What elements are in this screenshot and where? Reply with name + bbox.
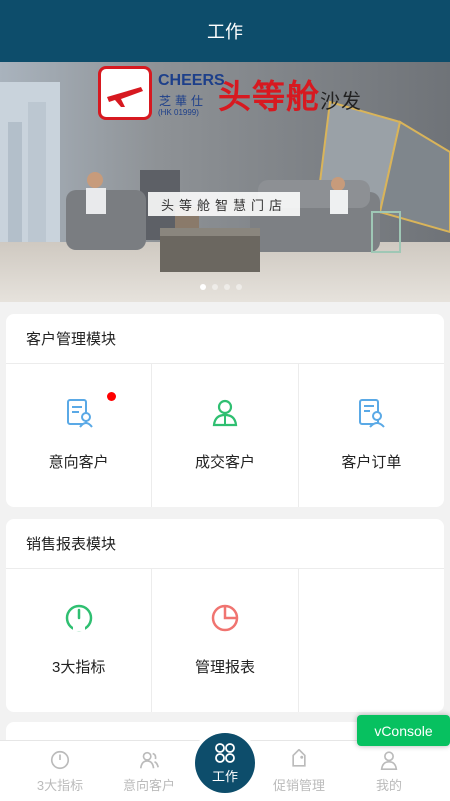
customer-module-grid: 意向客户 成交客户 客户订单: [6, 364, 444, 507]
tab-promotion-management[interactable]: 促销管理: [254, 741, 344, 801]
pie-chart-icon: [211, 604, 239, 632]
carousel-dots: [200, 284, 242, 290]
management-report-item[interactable]: 管理报表: [152, 569, 299, 712]
tag-icon: [292, 749, 306, 767]
customer-orders-item[interactable]: 客户订单: [299, 364, 444, 507]
three-indicators-label: 3大指标: [51, 659, 106, 676]
gauge-icon: [50, 750, 70, 770]
carousel-dot[interactable]: [224, 284, 230, 290]
app-header: 工作: [0, 0, 450, 62]
sales-module-title: 销售报表模块: [6, 519, 444, 569]
tab-mine-label: 我的: [375, 778, 402, 793]
store-slogan: 头等舱智慧门店: [148, 192, 300, 216]
prospect-customers-item[interactable]: 意向客户: [6, 364, 153, 507]
tab-promotion-management-label: 促销管理: [272, 778, 325, 793]
brand-logo: 头等舱沙发: [218, 77, 362, 116]
tab-three-indicators[interactable]: 3大指标: [15, 741, 105, 801]
user-icon: [380, 751, 398, 770]
users-icon: [139, 751, 159, 769]
airplane-logo-icon: [98, 66, 152, 120]
tab-prospect-customers-label: 意向客户: [122, 778, 175, 793]
promo-banner[interactable]: CHEERS 芝華仕 (HK 01999) 头等舱沙发 头等舱智慧门店: [0, 62, 450, 302]
gauge-icon: [65, 604, 92, 632]
empty-grid-cell: [299, 569, 444, 712]
deal-customer-icon: [212, 399, 238, 427]
deal-customers-item[interactable]: 成交客户: [152, 364, 299, 507]
three-indicators-item[interactable]: 3大指标: [6, 569, 153, 712]
tab-work[interactable]: 工作: [195, 733, 255, 793]
page-title: 工作: [207, 22, 243, 42]
deal-customers-label: 成交客户: [194, 454, 255, 471]
tab-mine[interactable]: 我的: [344, 741, 434, 801]
partner-brand-en: CHEERS: [158, 72, 225, 89]
tab-work-label: 工作: [211, 768, 238, 784]
carousel-dot[interactable]: [212, 284, 218, 290]
tab-prospect-customers[interactable]: 意向客户: [104, 741, 194, 801]
sales-module-card: 销售报表模块 3大指标 管理报表: [6, 519, 444, 712]
partner-stock-code: (HK 01999): [158, 108, 199, 117]
carousel-dot[interactable]: [236, 284, 242, 290]
customer-orders-label: 客户订单: [341, 454, 402, 471]
new-badge: [107, 392, 116, 401]
vconsole-button[interactable]: vConsole: [357, 715, 450, 746]
customer-order-icon: [359, 399, 386, 428]
carousel-dot[interactable]: [200, 284, 206, 290]
customer-module-title: 客户管理模块: [6, 314, 444, 364]
customer-module-card: 客户管理模块 意向客户 成交客户 客户订单: [6, 314, 444, 507]
management-report-label: 管理报表: [194, 659, 255, 676]
grid-icon: [215, 742, 235, 763]
partner-brand-cn: 芝華仕: [159, 94, 208, 108]
sales-module-grid: 3大指标 管理报表: [6, 569, 444, 712]
prospect-customers-label: 意向客户: [48, 454, 109, 471]
prospect-document-icon: [66, 399, 93, 428]
tab-three-indicators-label: 3大指标: [36, 778, 84, 793]
